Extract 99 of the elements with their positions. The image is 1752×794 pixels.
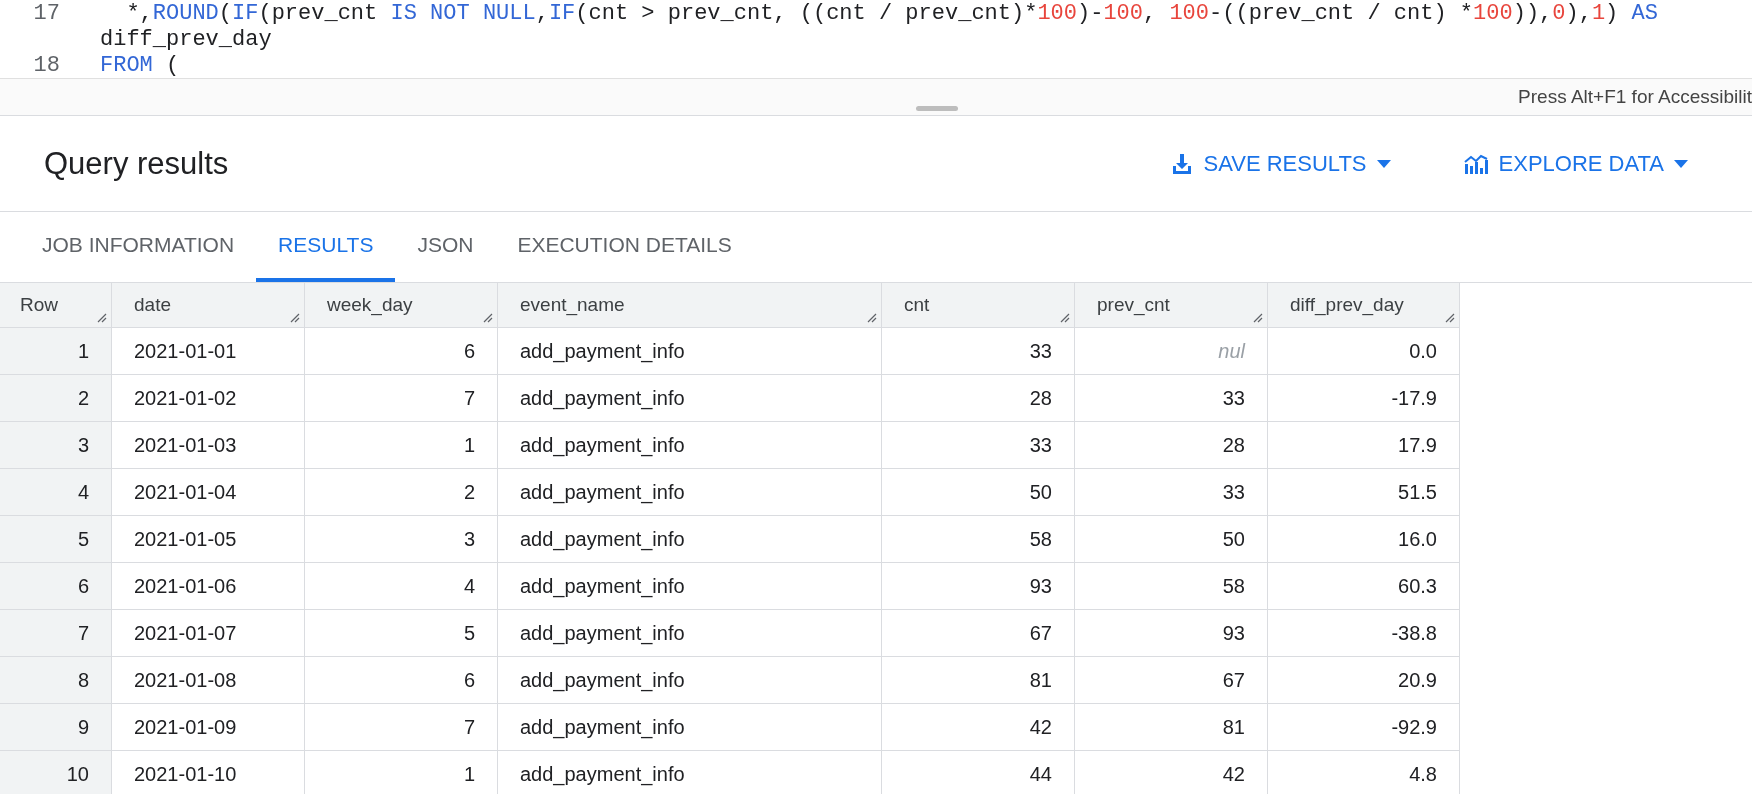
resize-grip-icon[interactable] — [288, 311, 300, 323]
table-cell: 58 — [882, 516, 1075, 563]
table-cell: 16.0 — [1268, 516, 1460, 563]
table-cell: 50 — [882, 469, 1075, 516]
table-cell: 33 — [1075, 469, 1268, 516]
table-cell: 5 — [305, 610, 498, 657]
row-number: 2 — [0, 375, 112, 422]
resize-grip-icon[interactable] — [95, 311, 107, 323]
row-number: 4 — [0, 469, 112, 516]
table-cell: 67 — [882, 610, 1075, 657]
table-cell: 2021-01-09 — [112, 704, 305, 751]
column-header[interactable]: cnt — [882, 283, 1075, 328]
table-cell: 81 — [1075, 704, 1268, 751]
table-cell: 51.5 — [1268, 469, 1460, 516]
line-number: 17 — [32, 0, 61, 26]
table-cell: -17.9 — [1268, 375, 1460, 422]
table-cell: 2 — [305, 469, 498, 516]
table-cell: 93 — [882, 563, 1075, 610]
table-cell: 7 — [305, 704, 498, 751]
resize-grip-icon[interactable] — [1251, 311, 1263, 323]
table-cell: add_payment_info — [498, 563, 882, 610]
code-line: diff_prev_day — [100, 26, 272, 52]
table-cell: add_payment_info — [498, 516, 882, 563]
caret-icon — [1376, 159, 1391, 168]
table-cell: 3 — [305, 516, 498, 563]
row-number: 5 — [0, 516, 112, 563]
column-header[interactable]: event_name — [498, 283, 882, 328]
tab[interactable]: EXECUTION DETAILS — [495, 212, 754, 282]
code-line: FROM ( — [100, 52, 180, 78]
save-results-button[interactable]: SAVE RESULTS — [1161, 144, 1399, 183]
column-header[interactable]: prev_cnt — [1075, 283, 1268, 328]
table-cell: 50 — [1075, 516, 1268, 563]
panel-title: Query results — [44, 145, 230, 182]
table-cell: 17.9 — [1268, 422, 1460, 469]
row-number: 6 — [0, 563, 112, 610]
table-cell: 1 — [305, 422, 498, 469]
table-cell: 7 — [305, 375, 498, 422]
resize-grip-icon[interactable] — [481, 311, 493, 323]
caret-icon — [1674, 159, 1688, 168]
table-cell: 2021-01-04 — [112, 469, 305, 516]
column-header[interactable]: Row — [0, 283, 112, 328]
table-cell: 2021-01-06 — [112, 563, 305, 610]
table-cell: 28 — [882, 375, 1075, 422]
row-number: 3 — [0, 422, 112, 469]
table-cell: nul — [1075, 328, 1268, 375]
tab[interactable]: JSON — [395, 212, 496, 282]
table-cell: 28 — [1075, 422, 1268, 469]
code-line: *,ROUND(IF(prev_cnt IS NOT NULL,IF(cnt > prev_cnt, ((cnt / prev_cnt)*100)-100, 100-((prev_cnt / cnt) *100)),0),1) AS — [125, 0, 1658, 26]
table-cell: 60.3 — [1268, 563, 1460, 610]
column-header[interactable]: diff_prev_day — [1268, 283, 1460, 328]
line-number: 18 — [32, 52, 61, 78]
table-cell: add_payment_info — [498, 469, 882, 516]
resize-grip-icon[interactable] — [1443, 311, 1455, 323]
row-number: 7 — [0, 610, 112, 657]
table-cell: 2021-01-07 — [112, 610, 305, 657]
table-cell: 2021-01-05 — [112, 516, 305, 563]
table-cell: 6 — [305, 328, 498, 375]
table-cell: 33 — [1075, 375, 1268, 422]
table-cell: add_payment_info — [498, 328, 882, 375]
column-header[interactable]: date — [112, 283, 305, 328]
table-cell: -92.9 — [1268, 704, 1460, 751]
table-cell: -38.8 — [1268, 610, 1460, 657]
table-cell: add_payment_info — [498, 751, 882, 794]
row-number: 9 — [0, 704, 112, 751]
explore-data-button[interactable]: EXPLORE DATA — [1454, 144, 1696, 183]
table-cell: add_payment_info — [498, 422, 882, 469]
table-cell: 2021-01-03 — [112, 422, 305, 469]
table-cell: add_payment_info — [498, 704, 882, 751]
resize-handle[interactable] — [916, 106, 958, 111]
table-cell: 6 — [305, 657, 498, 704]
table-cell: 2021-01-08 — [112, 657, 305, 704]
table-cell: 93 — [1075, 610, 1268, 657]
table-cell: 2021-01-01 — [112, 328, 305, 375]
row-number: 10 — [0, 751, 112, 794]
table-cell: 42 — [1075, 751, 1268, 794]
table-cell: add_payment_info — [498, 375, 882, 422]
table-cell: 81 — [882, 657, 1075, 704]
row-number: 1 — [0, 328, 112, 375]
accessibility-hint: Press Alt+F1 for Accessibilit — [1518, 86, 1752, 108]
table-cell: 44 — [882, 751, 1075, 794]
table-cell: 58 — [1075, 563, 1268, 610]
table-cell: add_payment_info — [498, 610, 882, 657]
table-cell: 1 — [305, 751, 498, 794]
table-cell: 42 — [882, 704, 1075, 751]
row-number: 8 — [0, 657, 112, 704]
table-cell: add_payment_info — [498, 657, 882, 704]
resize-grip-icon[interactable] — [865, 311, 877, 323]
table-cell: 2021-01-02 — [112, 375, 305, 422]
table-cell: 2021-01-10 — [112, 751, 305, 794]
table-cell: 4.8 — [1268, 751, 1460, 794]
table-cell: 20.9 — [1268, 657, 1460, 704]
table-cell: 33 — [882, 328, 1075, 375]
table-cell: 33 — [882, 422, 1075, 469]
column-header[interactable]: week_day — [305, 283, 498, 328]
resize-grip-icon[interactable] — [1058, 311, 1070, 323]
table-cell: 67 — [1075, 657, 1268, 704]
table-cell: 0.0 — [1268, 328, 1460, 375]
table-cell: 4 — [305, 563, 498, 610]
tab[interactable]: JOB INFORMATION — [20, 212, 257, 282]
